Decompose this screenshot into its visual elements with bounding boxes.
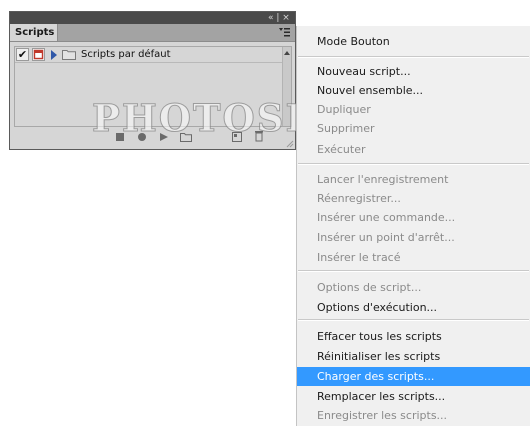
panel-title-bar: « | × [10,12,295,24]
menu-item-remplacer-scripts[interactable]: Remplacer les scripts... [297,387,530,406]
menu-separator [298,270,529,272]
menu-separator [298,319,529,321]
tab-scripts[interactable]: Scripts [10,24,58,41]
menu-item-inserer-commande[interactable]: Insérer une commande... [297,208,530,227]
menu-item-mode-bouton[interactable]: Mode Bouton [297,32,530,51]
list-item-label: Scripts par défaut [81,49,171,60]
dialog-toggle-icon[interactable] [32,48,45,61]
menu-item-effacer-scripts[interactable]: Effacer tous les scripts [297,327,530,346]
scroll-up-arrow-icon[interactable] [284,51,290,55]
resize-grip-icon[interactable] [286,140,294,148]
expand-triangle-icon[interactable] [51,50,57,60]
menu-item-inserer-trace[interactable]: Insérer le tracé [297,248,530,267]
menu-item-inserer-point-arret[interactable]: Insérer un point d'arrêt... [297,228,530,247]
menu-item-charger-scripts[interactable]: Charger des scripts... [297,367,530,386]
menu-item-reenregistrer[interactable]: Réenregistrer... [297,189,530,208]
menu-item-supprimer[interactable]: Supprimer [297,119,530,138]
menu-separator [298,163,529,165]
menu-item-enregistrer-scripts[interactable]: Enregistrer les scripts... [297,406,530,425]
panel-flyout-menu: Mode Bouton Nouveau script... Nouvel ens… [296,26,530,426]
menu-item-nouveau-script[interactable]: Nouveau script... [297,62,530,81]
toggle-item-checkbox[interactable]: ✔ [16,48,29,61]
list-item[interactable]: ✔ Scripts par défaut [15,47,285,63]
panel-window-controls[interactable]: « | × [268,12,290,24]
menu-item-executer[interactable]: Exécuter [297,140,530,159]
menu-item-options-script[interactable]: Options de script... [297,278,530,297]
menu-separator [298,56,529,58]
panel-tab-row: Scripts [10,24,295,42]
menu-item-options-execution[interactable]: Options d'exécution... [297,298,530,317]
menu-item-reinitialiser-scripts[interactable]: Réinitialiser les scripts [297,347,530,366]
folder-icon [62,50,76,60]
menu-item-dupliquer[interactable]: Dupliquer [297,100,530,119]
menu-item-lancer-enregistrement[interactable]: Lancer l'enregistrement [297,170,530,189]
menu-item-nouvel-ensemble[interactable]: Nouvel ensemble... [297,81,530,100]
panel-menu-icon[interactable] [279,28,290,37]
